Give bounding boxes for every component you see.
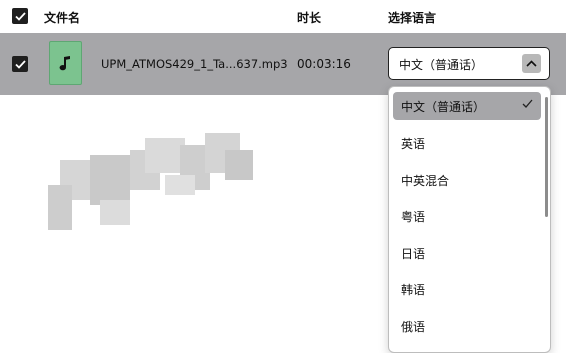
row-checkbox[interactable] [12, 56, 28, 72]
table-header: 文件名 时长 选择语言 [0, 0, 566, 33]
music-note-icon [49, 41, 82, 85]
language-option-japanese[interactable]: 日语 [393, 239, 541, 267]
language-option-russian[interactable]: 俄语 [393, 312, 541, 340]
select-all-checkbox[interactable] [12, 8, 28, 24]
language-select-value: 中文（普通话） [399, 58, 484, 72]
blurred-content [40, 130, 270, 240]
dropdown-scrollbar[interactable] [545, 97, 548, 217]
check-icon [14, 59, 26, 69]
check-icon [14, 11, 26, 21]
column-header-language[interactable]: 选择语言 [388, 9, 436, 26]
language-dropdown-list[interactable]: 中文（普通话） 英语 中英混合 粤语 日语 韩语 俄语 [388, 86, 551, 353]
column-header-file-name[interactable]: 文件名 [44, 9, 80, 26]
chevron-up-icon[interactable] [522, 54, 541, 73]
language-option-chinese-english-mixed[interactable]: 中英混合 [393, 166, 541, 194]
language-option-korean[interactable]: 韩语 [393, 275, 541, 303]
language-option-english[interactable]: 英语 [393, 129, 541, 157]
language-option-cantonese[interactable]: 粤语 [393, 202, 541, 230]
language-option-mandarin[interactable]: 中文（普通话） [393, 92, 541, 120]
language-select[interactable]: 中文（普通话） [388, 47, 550, 80]
file-name: UPM_ATMOS429_1_Ta...637.mp3 [101, 57, 288, 71]
duration-value: 00:03:16 [297, 57, 351, 71]
checkmark-icon [522, 99, 533, 108]
column-header-duration[interactable]: 时长 [297, 9, 321, 26]
